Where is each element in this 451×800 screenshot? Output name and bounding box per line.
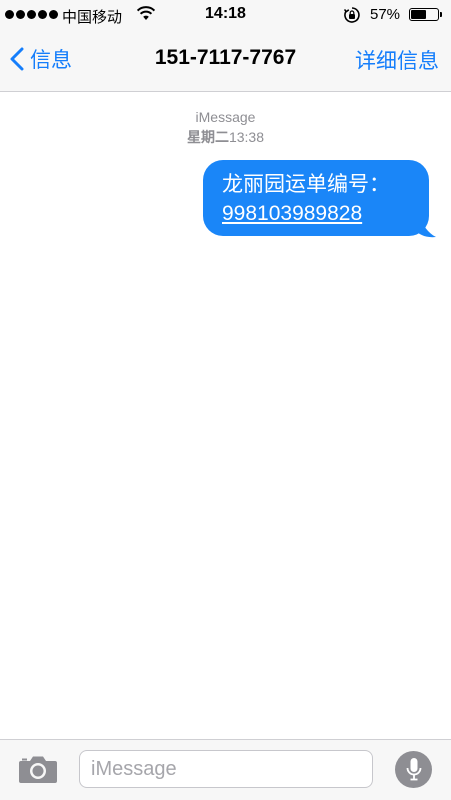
rotation-lock-icon xyxy=(343,6,361,28)
message-input[interactable] xyxy=(79,750,373,788)
microphone-button[interactable] xyxy=(395,751,432,788)
timestamp-day: 星期二 xyxy=(186,129,229,145)
message-timestamp: 星期二13:38 xyxy=(0,127,451,147)
timestamp-time: 13:38 xyxy=(228,129,265,145)
message-input-bar xyxy=(0,739,451,800)
camera-button[interactable] xyxy=(18,754,58,789)
status-bar: 中国移动 14:18 57% xyxy=(0,0,451,30)
navigation-bar: 信息 151-7117-7767 详细信息 xyxy=(0,30,451,92)
microphone-icon xyxy=(406,757,421,780)
bubble-tail xyxy=(414,215,436,238)
camera-icon xyxy=(19,756,57,783)
tracking-number-link[interactable]: 998103989828 xyxy=(222,199,415,228)
battery-percent: 57% xyxy=(370,6,401,23)
service-label: iMessage xyxy=(195,109,256,125)
messages-screen: 中国移动 14:18 57% 信息 151-7117-7767 详细信息 iMe… xyxy=(0,0,451,800)
outgoing-message-bubble[interactable]: 龙丽园运单编号： 998103989828 xyxy=(203,160,429,236)
battery-icon xyxy=(409,8,442,21)
details-button[interactable]: 详细信息 xyxy=(355,45,439,75)
battery-level xyxy=(411,10,426,19)
message-text: 龙丽园运单编号： xyxy=(222,173,390,196)
